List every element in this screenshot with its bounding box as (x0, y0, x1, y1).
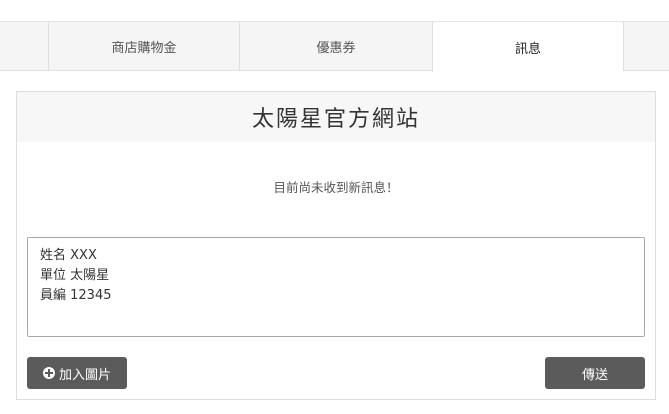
add-image-button[interactable]: 加入圖片 (27, 357, 127, 389)
send-label: 傳送 (581, 366, 608, 382)
message-card: 太陽星官方網站 目前尚未收到新訊息！ 加入圖片 傳送 (16, 91, 656, 400)
tab-blank-right[interactable] (623, 21, 669, 71)
tab-bar: 商店購物金 優惠券 訊息 (0, 21, 669, 72)
page: 商店購物金 優惠券 訊息 太陽星官方網站 目前尚未收到新訊息！ 加入圖片 傳送 (0, 0, 669, 414)
tab-messages[interactable]: 訊息 (432, 21, 623, 72)
plus-circle-icon (42, 367, 55, 379)
tab-blank-left[interactable] (0, 21, 48, 71)
tab-store-credit[interactable]: 商店購物金 (48, 21, 239, 71)
send-button[interactable]: 傳送 (545, 357, 645, 389)
empty-message-text: 目前尚未收到新訊息！ (273, 180, 399, 195)
card-title: 太陽星官方網站 (17, 92, 655, 142)
add-image-label: 加入圖片 (58, 366, 111, 382)
message-input[interactable] (27, 237, 645, 337)
tab-coupons[interactable]: 優惠券 (239, 21, 432, 71)
